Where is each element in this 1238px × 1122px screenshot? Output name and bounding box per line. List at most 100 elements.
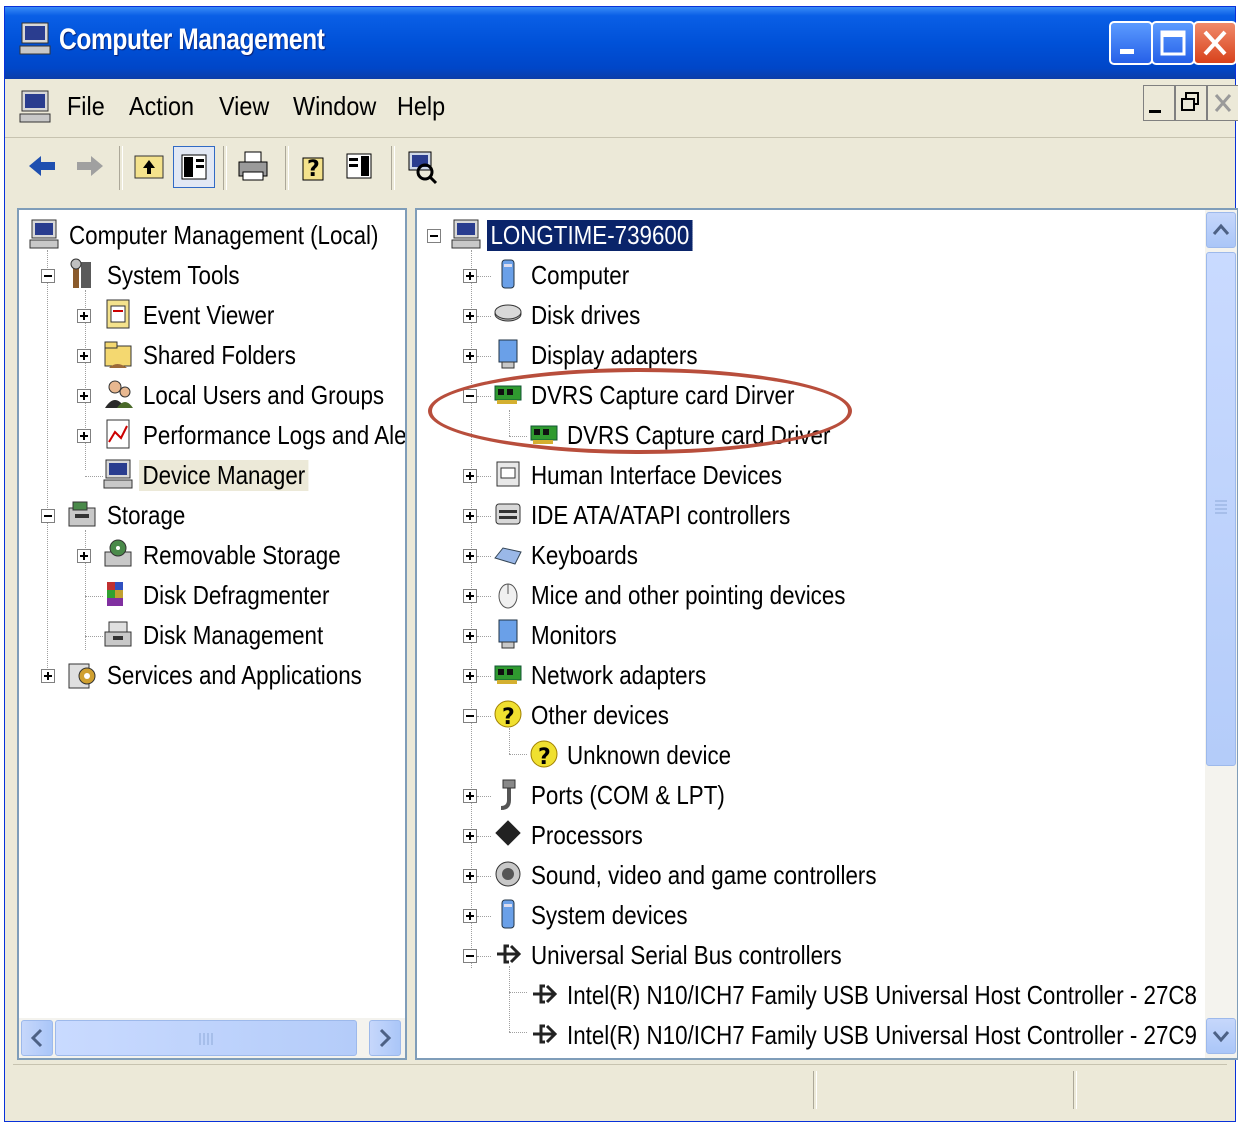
expand-toggle[interactable] (463, 349, 477, 363)
collapse-toggle[interactable] (463, 949, 477, 963)
plus-icon (466, 632, 474, 640)
up-one-level-button[interactable] (129, 146, 171, 188)
plus-icon (80, 432, 88, 440)
expand-toggle[interactable] (463, 909, 477, 923)
folder-up-icon (134, 155, 164, 179)
device-label: System devices (531, 900, 688, 930)
child-restore-button[interactable] (1175, 85, 1207, 121)
help-book-icon: ? (302, 157, 324, 182)
scroll-up-button[interactable] (1206, 212, 1236, 248)
tree-label: System Tools (107, 260, 240, 290)
computer-icon (19, 22, 51, 55)
scan-hardware-button[interactable] (401, 146, 443, 188)
printer-icon (238, 151, 268, 181)
scroll-thumb[interactable] (55, 1020, 357, 1056)
expand-toggle[interactable] (463, 589, 477, 603)
expand-toggle[interactable] (463, 469, 477, 483)
network-card-icon (494, 665, 522, 684)
title-bar[interactable]: Computer Management (5, 7, 1237, 79)
horizontal-scrollbar[interactable] (19, 1018, 405, 1058)
expand-toggle[interactable] (463, 549, 477, 563)
expand-toggle[interactable] (77, 429, 91, 443)
event-viewer-icon (106, 299, 130, 329)
tree-label: Event Viewer (143, 300, 275, 330)
display-adapter-icon (498, 339, 518, 369)
show-hide-action-pane-button[interactable] (339, 146, 381, 188)
close-icon (1214, 94, 1232, 112)
menu-action[interactable]: Action (129, 91, 194, 122)
device-label: Keyboards (531, 540, 638, 570)
menu-window[interactable]: Window (293, 91, 376, 122)
device-label: IDE ATA/ATAPI controllers (531, 500, 791, 530)
minimize-button[interactable] (1109, 21, 1153, 65)
plus-icon (466, 312, 474, 320)
forward-button[interactable] (69, 146, 111, 188)
expand-toggle[interactable] (463, 669, 477, 683)
disk-management-icon (104, 621, 132, 647)
device-label: Mice and other pointing devices (531, 580, 846, 610)
menu-file[interactable]: File (67, 91, 105, 122)
expand-toggle[interactable] (77, 349, 91, 363)
show-hide-console-tree-button[interactable] (173, 146, 215, 188)
svg-text:?: ? (538, 745, 551, 770)
expand-toggle[interactable] (463, 509, 477, 523)
vertical-scrollbar[interactable] (1205, 210, 1237, 1058)
speaker-icon (495, 861, 521, 887)
tree-label: Services and Applications (107, 660, 362, 690)
svg-text:?: ? (502, 705, 515, 730)
expand-toggle[interactable] (77, 549, 91, 563)
plus-icon (466, 272, 474, 280)
device-label: Processors (531, 820, 643, 850)
expand-toggle[interactable] (463, 869, 477, 883)
chevron-left-icon (30, 1028, 43, 1048)
help-button[interactable]: ? (295, 146, 337, 188)
plus-icon (466, 512, 474, 520)
device-label: Monitors (531, 620, 617, 650)
expand-toggle[interactable] (77, 389, 91, 403)
usb-icon (533, 984, 558, 1004)
child-minimize-button[interactable] (1143, 85, 1175, 121)
usb-icon (533, 1024, 558, 1044)
scroll-right-button[interactable] (369, 1020, 401, 1056)
plus-icon (466, 352, 474, 360)
tree-label: Device Manager (139, 460, 309, 491)
expand-toggle[interactable] (463, 789, 477, 803)
collapse-toggle[interactable] (41, 509, 55, 523)
expand-toggle[interactable] (77, 309, 91, 323)
collapse-toggle[interactable] (41, 269, 55, 283)
device-tree-pane[interactable]: LONGTIME-739600 Computer Disk drives Displ… (415, 208, 1238, 1060)
device-label: Human Interface Devices (531, 460, 783, 490)
scroll-left-button[interactable] (21, 1020, 53, 1056)
plus-icon (44, 672, 52, 680)
expand-toggle[interactable] (41, 669, 55, 683)
child-close-button[interactable] (1207, 85, 1238, 121)
console-tree-pane[interactable]: Computer Management (Local) System Tools… (17, 208, 407, 1060)
scroll-thumb[interactable] (1206, 252, 1236, 766)
maximize-button[interactable] (1151, 21, 1195, 65)
shared-folder-icon (104, 341, 132, 368)
expand-toggle[interactable] (463, 629, 477, 643)
collapse-toggle[interactable] (463, 709, 477, 723)
minus-icon (430, 235, 438, 237)
mmc-document-icon[interactable] (19, 89, 51, 125)
menu-help[interactable]: Help (397, 91, 445, 122)
back-button[interactable] (23, 146, 65, 188)
tree-label: Performance Logs and Alert: (143, 420, 407, 450)
device-label: Other devices (531, 700, 669, 730)
minus-icon (44, 275, 52, 277)
scroll-down-button[interactable] (1206, 1018, 1236, 1054)
expand-toggle[interactable] (463, 829, 477, 843)
close-button[interactable] (1193, 21, 1237, 65)
device-label: Universal Serial Bus controllers (531, 940, 842, 970)
back-arrow-icon (29, 156, 55, 176)
minimize-icon (1149, 110, 1161, 113)
human-interface-icon (496, 461, 520, 487)
collapse-toggle[interactable] (427, 229, 441, 243)
expand-toggle[interactable] (463, 309, 477, 323)
expand-toggle[interactable] (463, 269, 477, 283)
grip-icon (1215, 500, 1227, 514)
print-button[interactable] (233, 146, 275, 188)
menu-view[interactable]: View (219, 91, 269, 122)
plus-icon (466, 912, 474, 920)
grip-icon (199, 1033, 213, 1045)
